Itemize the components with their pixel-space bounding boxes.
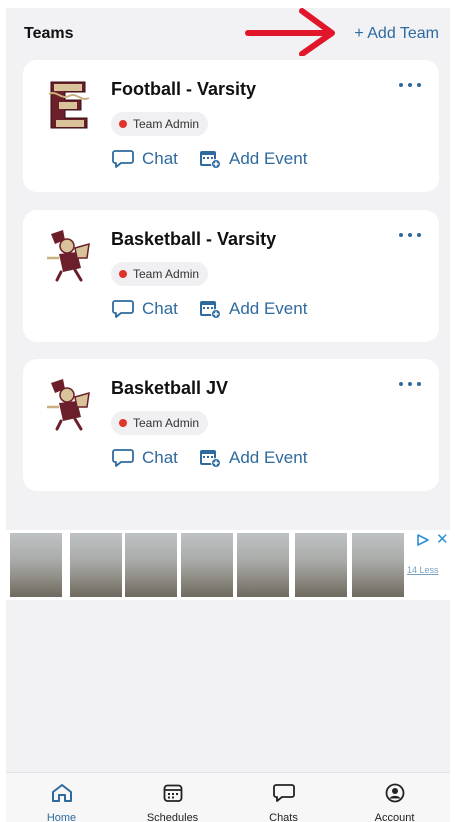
ad-tag: 14 Less [407, 565, 439, 575]
ad-thumbnail[interactable] [237, 533, 289, 597]
more-options-icon[interactable] [399, 379, 421, 389]
calendar-add-icon [200, 151, 221, 169]
role-label: Team Admin [133, 267, 200, 281]
add-event-label: Add Event [229, 299, 308, 318]
calendar-add-icon [200, 301, 221, 319]
ad-close-icon[interactable]: ✕ [436, 530, 449, 548]
more-options-icon[interactable] [399, 80, 421, 90]
bottom-tab-bar: Home Schedules Chats Account [6, 772, 450, 822]
team-logo-icon [45, 78, 93, 132]
tab-schedules[interactable]: Schedules [117, 773, 228, 822]
tab-label: Home [46, 812, 77, 822]
top-frame [0, 0, 455, 8]
status-dot-icon [119, 419, 127, 427]
ad-thumbnail[interactable] [10, 533, 62, 597]
team-card[interactable]: Basketball - Varsity Team Admin Chat Add… [23, 210, 439, 342]
tab-account[interactable]: Account [339, 773, 450, 822]
add-team-button[interactable]: + Add Team [354, 25, 439, 43]
chat-label: Chat [142, 299, 178, 318]
chat-bubble-icon [272, 784, 295, 802]
team-name: Basketball - Varsity [111, 229, 277, 249]
mascot-logo-icon [45, 228, 93, 282]
account-icon [385, 783, 404, 803]
team-card[interactable]: Football - Varsity Team Admin Chat Add E… [23, 60, 439, 192]
calendar-add-icon [200, 450, 221, 468]
role-label: Team Admin [133, 117, 200, 131]
team-card[interactable]: Basketball JV Team Admin Chat Add Event [23, 359, 439, 491]
more-options-icon[interactable] [399, 230, 421, 240]
ad-thumbnail[interactable] [181, 533, 233, 597]
page-title: Teams [24, 25, 74, 42]
add-event-button[interactable]: Add Event [199, 299, 307, 319]
team-name: Football - Varsity [111, 79, 257, 99]
tab-label: Chats [269, 812, 298, 822]
annotation-arrow-icon [245, 8, 335, 56]
ad-banner[interactable]: ✕ 14 Less [6, 530, 450, 600]
role-label: Team Admin [133, 416, 200, 430]
status-dot-icon [119, 270, 127, 278]
add-event-label: Add Event [229, 149, 308, 168]
status-dot-icon [119, 120, 127, 128]
role-badge: Team Admin [111, 411, 209, 435]
mascot-logo-icon [45, 377, 93, 431]
role-badge: Team Admin [111, 262, 209, 286]
tab-chats[interactable]: Chats [228, 773, 339, 822]
add-event-button[interactable]: Add Event [199, 448, 307, 468]
left-frame [0, 0, 6, 822]
add-event-button[interactable]: Add Event [199, 149, 307, 169]
chat-label: Chat [142, 149, 178, 168]
ad-thumbnail[interactable] [125, 533, 177, 597]
right-frame [450, 0, 455, 822]
tab-home[interactable]: Home [6, 773, 117, 822]
team-name: Basketball JV [111, 378, 229, 398]
role-badge: Team Admin [111, 112, 209, 136]
chat-bubble-icon [112, 449, 134, 467]
ad-choices-icon[interactable] [416, 533, 430, 547]
tab-label: Schedules [146, 812, 199, 822]
calendar-icon [163, 784, 182, 802]
ad-controls: ✕ 14 Less [402, 530, 450, 600]
chat-button[interactable]: Chat [112, 149, 178, 169]
chat-bubble-icon [112, 300, 134, 318]
home-icon [51, 784, 72, 802]
ad-thumbnail[interactable] [295, 533, 347, 597]
add-event-label: Add Event [229, 448, 308, 467]
ad-thumbnail[interactable] [70, 533, 122, 597]
chat-label: Chat [142, 448, 178, 467]
chat-bubble-icon [112, 150, 134, 168]
chat-button[interactable]: Chat [112, 299, 178, 319]
ad-thumbnail[interactable] [352, 533, 404, 597]
tab-label: Account [374, 812, 415, 822]
teams-header: Teams + Add Team [24, 22, 439, 46]
chat-button[interactable]: Chat [112, 448, 178, 468]
